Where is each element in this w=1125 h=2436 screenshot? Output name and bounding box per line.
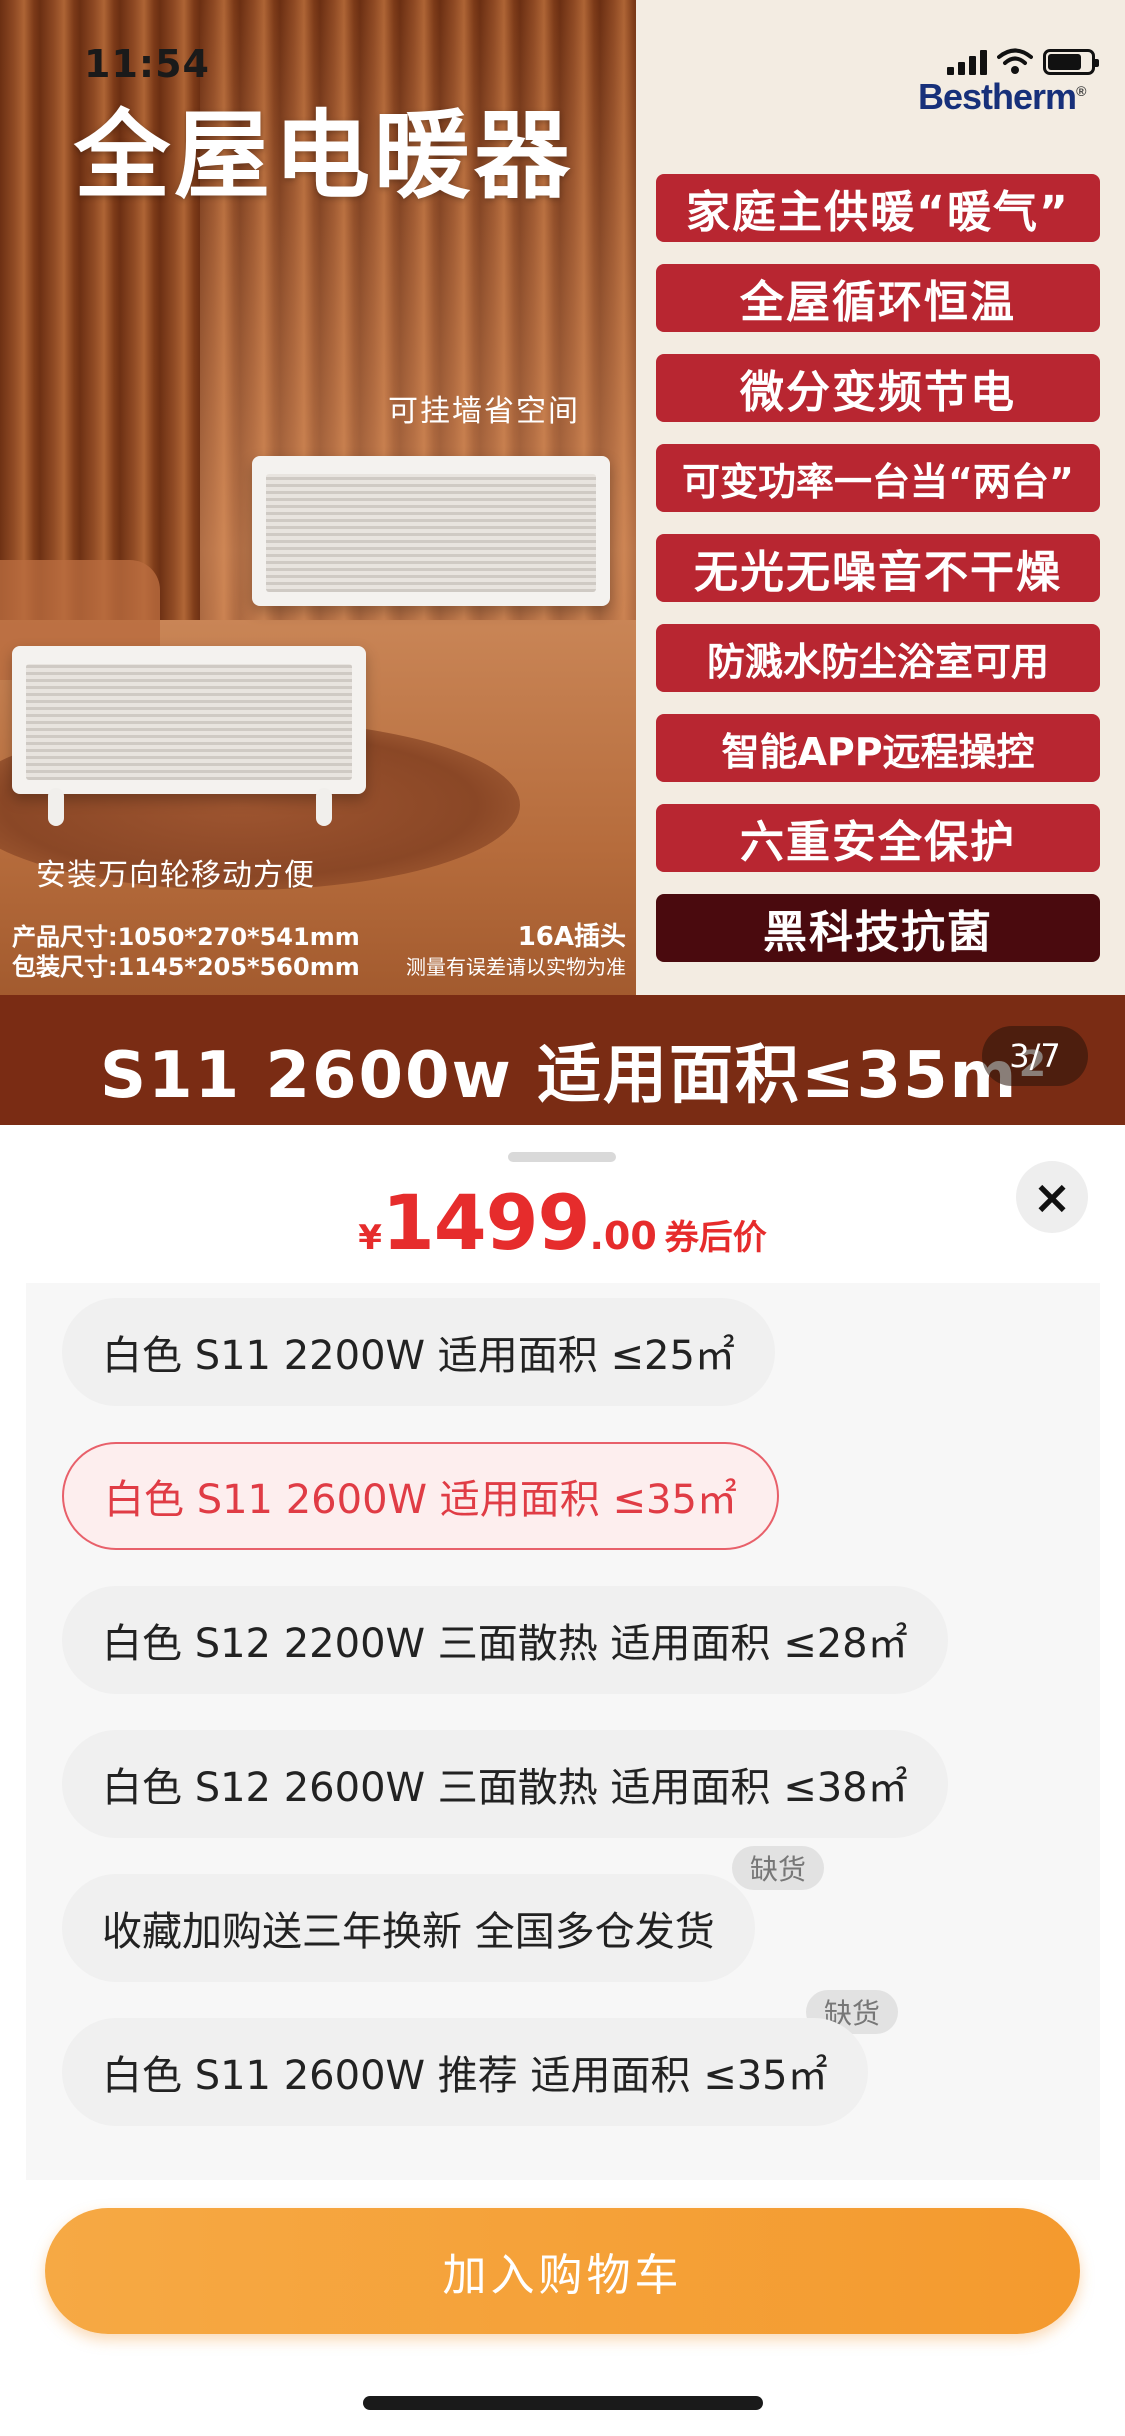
feature-item: 防溅水防尘浴室可用 xyxy=(656,624,1100,692)
plug-specs: 16A插头 测量有误差请以实物为准 xyxy=(370,922,626,982)
price-label: 券后价 xyxy=(664,1218,767,1258)
price-currency: ¥ xyxy=(358,1218,382,1258)
sku-option[interactable]: 白色 S11 2200W 适用面积 ≤25㎡ xyxy=(62,1298,775,1406)
wall-heater-image xyxy=(252,456,610,606)
brand-logo: Bestherm® xyxy=(918,76,1086,117)
battery-icon xyxy=(1043,49,1099,75)
model-banner: S11 2600w 适用面积≤35m² xyxy=(100,1039,1049,1113)
wall-mount-label: 可挂墙省空间 xyxy=(388,394,580,429)
size-specs: 产品尺寸:1050*270*541mm 包装尺寸:1145*205*560mm xyxy=(12,922,360,982)
feature-item: 可变功率一台当“两台” xyxy=(656,444,1100,512)
feature-item: 家庭主供暖“暖气” xyxy=(656,174,1100,242)
sku-option-label: 白色 S11 2600W 推荐 适用面积 ≤35㎡ xyxy=(102,2053,828,2099)
price: ¥1499.00 券后价 xyxy=(0,1178,1125,1267)
plug-label: 16A插头 xyxy=(517,922,626,952)
feature-list: 家庭主供暖“暖气” 全屋循环恒温 微分变频节电 可变功率一台当“两台” 无光无噪… xyxy=(656,174,1100,984)
measure-note: 测量有误差请以实物为准 xyxy=(406,955,626,979)
sku-option-label: 收藏加购送三年换新 全国多仓发货 xyxy=(102,1909,715,1955)
heater-leg xyxy=(316,788,332,826)
price-integer: 1499 xyxy=(381,1178,591,1267)
status-time: 11:54 xyxy=(84,42,210,86)
add-to-cart-button[interactable]: 加入购物车 xyxy=(45,2208,1080,2334)
product-size: 产品尺寸:1050*270*541mm xyxy=(12,923,360,951)
sku-option-label: 白色 S12 2600W 三面散热 适用面积 ≤38㎡ xyxy=(102,1765,908,1811)
floor-heater-image xyxy=(12,646,366,794)
home-indicator[interactable] xyxy=(363,2396,763,2410)
sku-option[interactable]: 白色 S12 2600W 三面散热 适用面积 ≤38㎡ xyxy=(62,1730,948,1838)
sku-option[interactable]: 白色 S11 2600W 推荐 适用面积 ≤35㎡ xyxy=(62,2018,868,2126)
sku-option-label: 白色 S11 2200W 适用面积 ≤25㎡ xyxy=(102,1333,735,1379)
feature-item: 六重安全保护 xyxy=(656,804,1100,872)
sku-option[interactable]: 收藏加购送三年换新 全国多仓发货 xyxy=(62,1874,755,1982)
page-indicator: 3/7 xyxy=(982,1026,1088,1086)
drag-handle[interactable] xyxy=(508,1152,616,1162)
hero-title: 全屋电暖器 xyxy=(74,100,574,212)
feature-item: 无光无噪音不干燥 xyxy=(656,534,1100,602)
wheel-label: 安装万向轮移动方便 xyxy=(36,858,315,893)
sku-option[interactable]: 白色 S12 2200W 三面散热 适用面积 ≤28㎡ xyxy=(62,1586,948,1694)
feature-item: 黑科技抗菌 xyxy=(656,894,1100,962)
signal-icon xyxy=(947,49,987,75)
product-image-carousel[interactable]: 全屋电暖器 可挂墙省空间 安装万向轮移动方便 产品尺寸:1050*270*541… xyxy=(0,0,1125,1125)
app-root: 全屋电暖器 可挂墙省空间 安装万向轮移动方便 产品尺寸:1050*270*541… xyxy=(0,0,1125,2436)
feature-item: 智能APP远程操控 xyxy=(656,714,1100,782)
price-decimal: .00 xyxy=(589,1214,657,1258)
feature-item: 全屋循环恒温 xyxy=(656,264,1100,332)
wifi-icon xyxy=(997,48,1033,74)
feature-item: 微分变频节电 xyxy=(656,354,1100,422)
sku-option-label: 白色 S11 2600W 适用面积 ≤35㎡ xyxy=(104,1477,737,1523)
package-size: 包装尺寸:1145*205*560mm xyxy=(12,953,360,981)
sku-option-selected[interactable]: 白色 S11 2600W 适用面积 ≤35㎡ xyxy=(62,1442,779,1550)
heater-leg xyxy=(48,788,64,826)
out-of-stock-badge: 缺货 xyxy=(732,1846,824,1890)
sku-option-label: 白色 S12 2200W 三面散热 适用面积 ≤28㎡ xyxy=(102,1621,908,1667)
status-icons xyxy=(947,48,1099,76)
